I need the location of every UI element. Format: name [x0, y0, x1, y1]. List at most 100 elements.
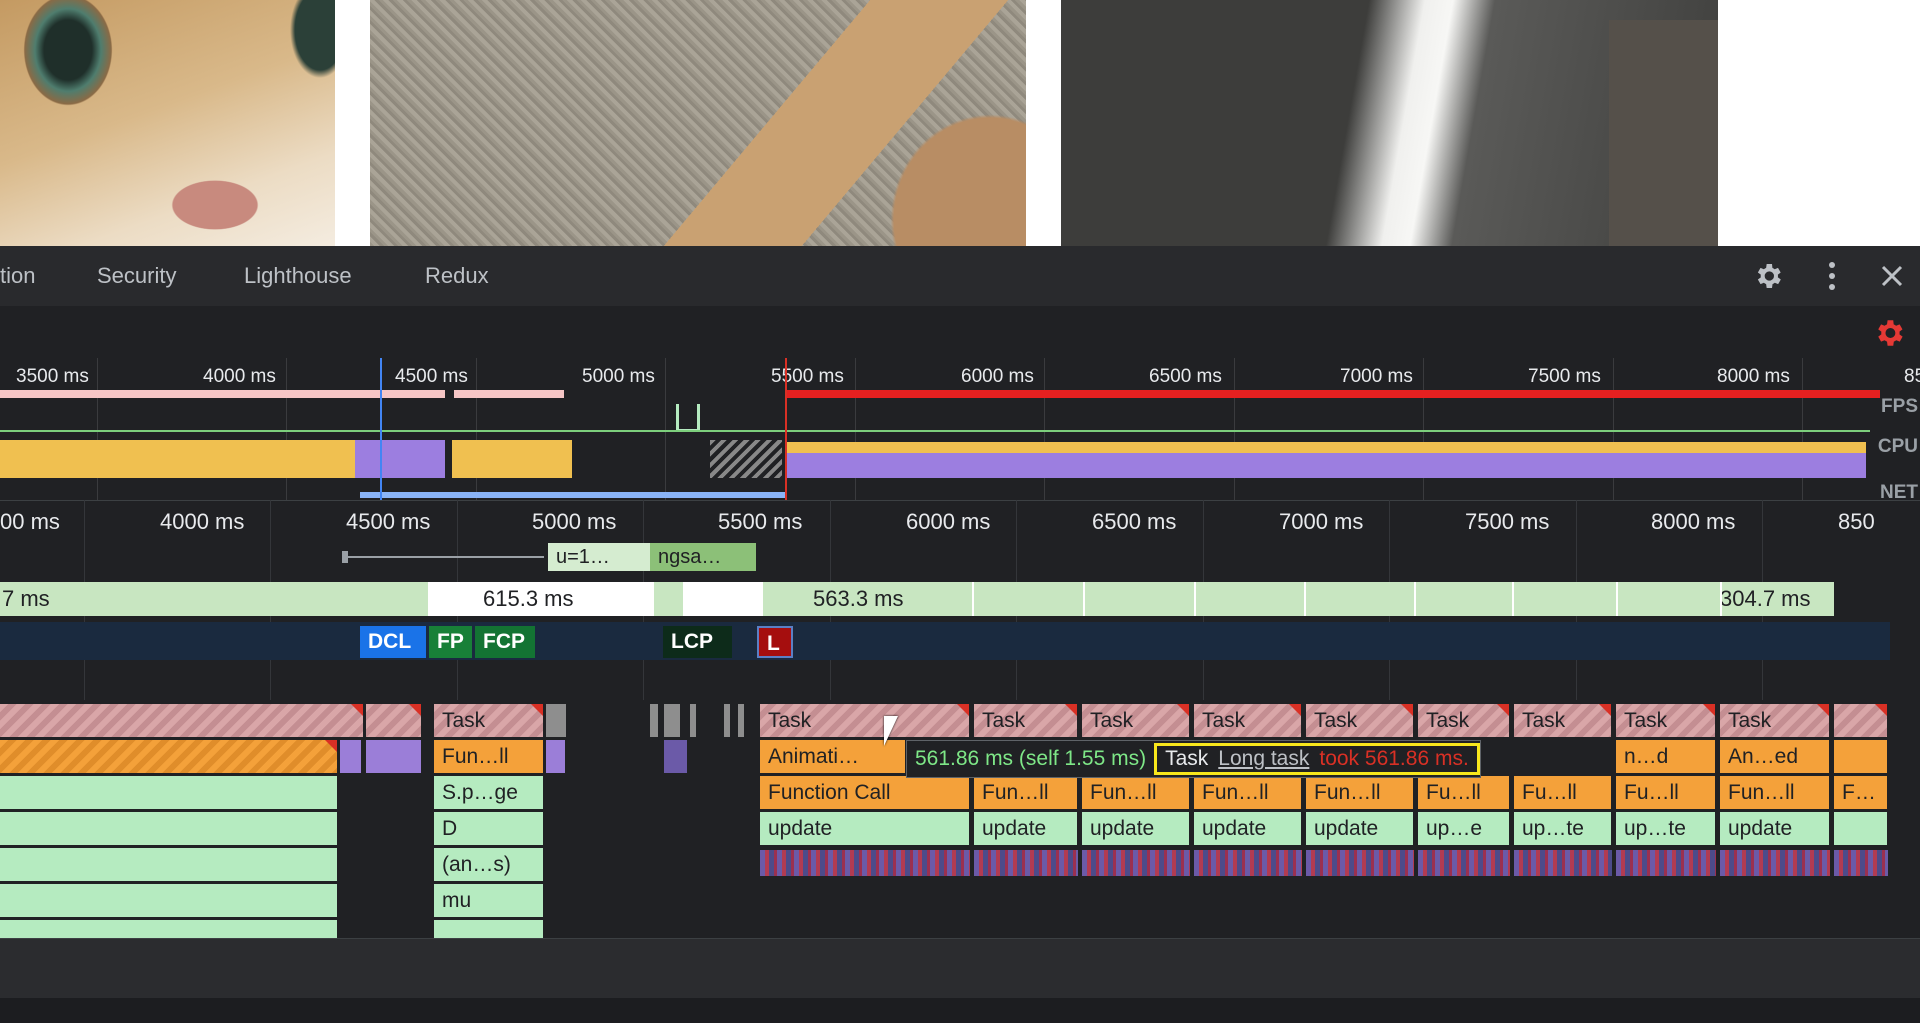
capture-settings-icon[interactable] — [1872, 316, 1906, 350]
function-call-block[interactable] — [0, 740, 338, 773]
frame-duration: 563.3 ms — [813, 586, 904, 611]
function-call-block[interactable]: Fun…ll — [1306, 776, 1414, 809]
network-request[interactable]: ngsa… — [650, 543, 756, 571]
marker-fcp[interactable]: FCP — [475, 626, 535, 658]
script-block[interactable] — [0, 920, 338, 938]
marker-l[interactable]: L — [757, 626, 793, 658]
update-block[interactable]: up…te — [1514, 812, 1612, 845]
rendering-block[interactable] — [546, 740, 566, 773]
function-call-block[interactable]: Fu…ll — [1514, 776, 1612, 809]
function-call-block[interactable]: Fu…ll — [1616, 776, 1716, 809]
long-task-link[interactable]: Long task — [1218, 747, 1309, 771]
tab-performance[interactable]: tion — [0, 263, 35, 289]
script-block[interactable] — [0, 884, 338, 917]
tab-redux[interactable]: Redux — [425, 263, 489, 289]
ruler-tick: 5500 ms — [718, 509, 803, 534]
tab-security[interactable]: Security — [97, 263, 176, 289]
minor-task[interactable] — [664, 704, 680, 737]
minor-task[interactable] — [546, 704, 566, 737]
update-block[interactable]: update — [760, 812, 970, 845]
script-block[interactable]: (an…s) — [434, 848, 544, 881]
performance-toolbar — [0, 306, 1920, 359]
function-call-block[interactable]: Fun…ll — [1720, 776, 1830, 809]
network-request[interactable]: u=1… — [548, 543, 650, 571]
task-block[interactable]: Task — [1418, 704, 1510, 737]
update-block[interactable]: up…e — [1418, 812, 1510, 845]
minor-task[interactable] — [738, 704, 744, 737]
rendering-block[interactable] — [340, 740, 362, 773]
tab-lighthouse[interactable]: Lighthouse — [244, 263, 352, 289]
overview-tick: 4000 ms — [203, 366, 276, 387]
ruler-tick: 7000 ms — [1279, 509, 1364, 534]
cat-photo — [0, 0, 335, 246]
task-block[interactable] — [1834, 704, 1888, 737]
update-block[interactable]: update — [1082, 812, 1190, 845]
frame-idle[interactable] — [683, 582, 763, 616]
rendering-block[interactable] — [664, 740, 688, 773]
minor-task[interactable] — [650, 704, 658, 737]
marker-fp[interactable]: FP — [429, 626, 472, 658]
overview-tick: 5000 ms — [582, 366, 655, 387]
activity-strip — [760, 850, 970, 876]
overview-tick: 6000 ms — [961, 366, 1034, 387]
animation-frame-block[interactable]: An…ed — [1720, 740, 1830, 773]
flame-tooltip: 561.86 ms (self 1.55 ms) Task Long task … — [906, 740, 1481, 778]
task-block[interactable]: Task — [1514, 704, 1612, 737]
task-block[interactable]: Task — [1616, 704, 1716, 737]
script-block[interactable] — [0, 812, 338, 845]
activity-strip — [1514, 850, 1612, 876]
task-block[interactable]: Task — [1082, 704, 1190, 737]
function-call-block[interactable]: Fun…ll — [974, 776, 1078, 809]
net-bar — [360, 492, 785, 498]
update-block[interactable]: up…te — [1616, 812, 1716, 845]
function-call-block[interactable]: Fun…ll — [434, 740, 544, 773]
task-block[interactable] — [0, 704, 364, 737]
overview-marker-line — [380, 358, 382, 500]
timeline-overview[interactable]: 3500 ms 4000 ms 4500 ms 5000 ms 5500 ms … — [0, 358, 1920, 503]
update-block[interactable]: update — [974, 812, 1078, 845]
function-call-block[interactable]: Fu…ll — [1418, 776, 1510, 809]
task-block[interactable]: Task — [1720, 704, 1830, 737]
page-content-area — [0, 0, 1920, 246]
script-block[interactable]: mu — [434, 884, 544, 917]
script-block[interactable] — [0, 776, 338, 809]
activity-strip — [1720, 850, 1830, 876]
frames-track[interactable] — [0, 582, 1834, 616]
gear-icon[interactable] — [1750, 258, 1786, 294]
activity-strip — [974, 850, 1078, 876]
more-vert-icon[interactable] — [1814, 258, 1850, 294]
task-block[interactable] — [366, 704, 422, 737]
update-block[interactable]: update — [1194, 812, 1302, 845]
close-icon[interactable] — [1874, 258, 1910, 294]
script-block[interactable]: S.p…ge — [434, 776, 544, 809]
long-task-block[interactable]: Task — [760, 704, 970, 737]
minor-task[interactable] — [724, 704, 730, 737]
task-block[interactable]: Task — [974, 704, 1078, 737]
task-block[interactable]: Task — [434, 704, 544, 737]
overview-tick: 4500 ms — [395, 366, 468, 387]
animation-frame-block[interactable] — [1834, 740, 1888, 773]
ruler-tick: 00 ms — [0, 509, 60, 534]
minor-task[interactable] — [690, 704, 696, 737]
script-block[interactable]: D — [434, 812, 544, 845]
task-block[interactable]: Task — [1194, 704, 1302, 737]
network-request-tick — [342, 551, 348, 563]
update-block[interactable] — [1834, 812, 1888, 845]
update-block[interactable]: update — [1306, 812, 1414, 845]
function-call-block[interactable]: F… — [1834, 776, 1888, 809]
function-call-block[interactable]: Fun…ll — [1082, 776, 1190, 809]
function-call-block[interactable]: Fun…ll — [1194, 776, 1302, 809]
function-call-block[interactable]: Function Call — [760, 776, 970, 809]
script-block[interactable] — [434, 920, 544, 938]
animation-frame-block[interactable]: n…d — [1616, 740, 1716, 773]
task-block[interactable]: Task — [1306, 704, 1414, 737]
script-block[interactable] — [0, 848, 338, 881]
activity-strip — [1306, 850, 1414, 876]
cpu-label: CPU — [1877, 436, 1918, 457]
rendering-block[interactable] — [366, 740, 422, 773]
marker-dcl[interactable]: DCL — [360, 626, 426, 658]
marker-lcp[interactable]: LCP — [663, 626, 732, 658]
update-block[interactable]: update — [1720, 812, 1830, 845]
ruler-tick: 5000 ms — [532, 509, 617, 534]
ruler-tick: 4500 ms — [346, 509, 431, 534]
